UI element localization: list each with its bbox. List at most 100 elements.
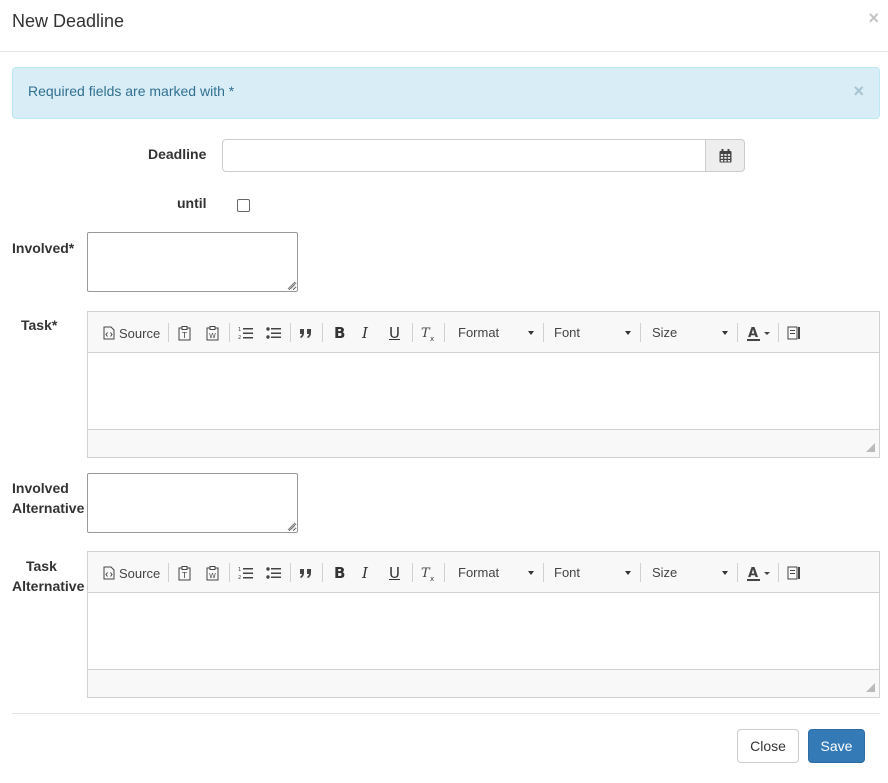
source-button[interactable]: Source — [103, 324, 160, 342]
bulleted-list-icon — [266, 567, 281, 579]
resize-grip-icon[interactable] — [287, 281, 296, 290]
chevron-down-icon — [528, 331, 534, 335]
source-button[interactable]: Source — [103, 564, 160, 582]
svg-text:T: T — [181, 331, 187, 340]
modal-title: New Deadline — [12, 11, 125, 31]
svg-text:1: 1 — [238, 327, 241, 333]
maximize-button[interactable] — [787, 564, 801, 582]
deadline-label: Deadline — [148, 146, 207, 162]
paste-text-icon: T — [178, 325, 191, 340]
chevron-down-icon — [625, 331, 631, 335]
blockquote-icon — [300, 329, 311, 338]
toolbar-separator — [640, 563, 641, 582]
toolbar-separator — [168, 563, 169, 582]
involved-label: Involved* — [12, 240, 75, 256]
numbered-list-button[interactable]: 12 — [238, 324, 253, 342]
svg-text:A: A — [748, 326, 758, 341]
bulleted-list-button[interactable] — [266, 324, 281, 342]
format-dropdown[interactable]: Format — [458, 564, 534, 582]
calendar-icon — [719, 148, 731, 162]
deadline-input[interactable] — [222, 139, 706, 172]
size-dropdown[interactable]: Size — [652, 324, 728, 342]
involved-alternative-textarea[interactable] — [87, 473, 298, 533]
toolbar-separator — [229, 563, 230, 582]
bold-button[interactable]: B — [334, 564, 345, 582]
involved-alternative-label-line1: Involved — [12, 480, 69, 496]
remove-format-icon: Tx — [421, 566, 434, 581]
task-alternative-label-line2: Alternative — [12, 578, 85, 594]
underline-button[interactable]: U — [389, 564, 400, 582]
svg-text:A: A — [748, 566, 758, 581]
source-label: Source — [119, 565, 161, 581]
editor-resize-icon[interactable] — [866, 683, 875, 692]
numbered-list-button[interactable]: 12 — [238, 564, 253, 582]
format-dropdown[interactable]: Format — [458, 324, 534, 342]
toolbar-separator — [322, 563, 323, 582]
italic-icon: I — [362, 564, 368, 582]
task-alternative-label-line1: Task — [26, 558, 57, 574]
chevron-down-icon — [722, 331, 728, 335]
toolbar-separator — [737, 563, 738, 582]
paste-word-button[interactable]: W — [206, 324, 220, 342]
svg-text:W: W — [209, 332, 216, 340]
italic-button[interactable]: I — [362, 564, 368, 582]
remove-format-button[interactable]: Tx — [421, 564, 437, 582]
font-label: Font — [554, 325, 581, 340]
text-color-button[interactable]: A — [747, 564, 771, 582]
format-label: Format — [458, 565, 500, 580]
save-button[interactable]: Save — [808, 729, 865, 763]
alert-close-icon[interactable]: × — [853, 82, 864, 100]
svg-text:T: T — [181, 571, 187, 580]
italic-button[interactable]: I — [362, 324, 368, 342]
paste-text-icon: T — [178, 565, 191, 580]
calendar-button[interactable] — [705, 139, 745, 172]
toolbar-separator — [168, 323, 169, 342]
source-icon — [103, 566, 115, 580]
info-alert: Required fields are marked with * × — [12, 67, 880, 119]
editor-resize-icon[interactable] — [866, 443, 875, 452]
chevron-down-icon — [722, 571, 728, 575]
editor-toolbar: Source T W 12 B I U Tx Format Font Size … — [88, 312, 879, 353]
svg-text:x: x — [430, 335, 434, 341]
toolbar-separator — [412, 563, 413, 582]
bulleted-list-button[interactable] — [266, 564, 281, 582]
font-dropdown[interactable]: Font — [554, 564, 631, 582]
underline-icon: U — [389, 324, 400, 342]
paste-text-button[interactable]: T — [178, 564, 192, 582]
format-label: Format — [458, 325, 500, 340]
toolbar-separator — [412, 323, 413, 342]
editor-toolbar: Source T W 12 B I U Tx Format Font Size … — [88, 552, 879, 593]
bold-icon: B — [334, 564, 346, 582]
paste-word-button[interactable]: W — [206, 564, 220, 582]
underline-button[interactable]: U — [389, 324, 400, 342]
paste-word-icon: W — [206, 325, 219, 340]
toolbar-separator — [778, 563, 779, 582]
task-alternative-edit-area[interactable] — [88, 593, 879, 669]
involved-textarea[interactable] — [87, 232, 298, 292]
toolbar-separator — [290, 323, 291, 342]
numbered-list-icon: 12 — [238, 567, 253, 580]
close-button[interactable]: Close — [737, 729, 799, 763]
text-color-icon: A — [747, 326, 770, 341]
font-dropdown[interactable]: Font — [554, 324, 631, 342]
until-label: until — [177, 195, 207, 211]
footer-divider — [12, 713, 880, 714]
modal-close-icon[interactable]: × — [868, 9, 879, 27]
svg-text:2: 2 — [238, 335, 241, 340]
involved-alternative-label-line2: Alternative — [12, 500, 85, 516]
paste-word-icon: W — [206, 565, 219, 580]
blockquote-button[interactable] — [299, 564, 313, 582]
font-label: Font — [554, 565, 581, 580]
maximize-button[interactable] — [787, 324, 801, 342]
bold-button[interactable]: B — [334, 324, 345, 342]
text-color-button[interactable]: A — [747, 324, 771, 342]
toolbar-separator — [322, 323, 323, 342]
size-dropdown[interactable]: Size — [652, 564, 728, 582]
task-edit-area[interactable] — [88, 353, 879, 429]
source-label: Source — [119, 325, 161, 341]
resize-grip-icon[interactable] — [287, 522, 296, 531]
remove-format-button[interactable]: Tx — [421, 324, 437, 342]
paste-text-button[interactable]: T — [178, 324, 192, 342]
blockquote-button[interactable] — [299, 324, 313, 342]
until-checkbox[interactable] — [237, 199, 250, 212]
